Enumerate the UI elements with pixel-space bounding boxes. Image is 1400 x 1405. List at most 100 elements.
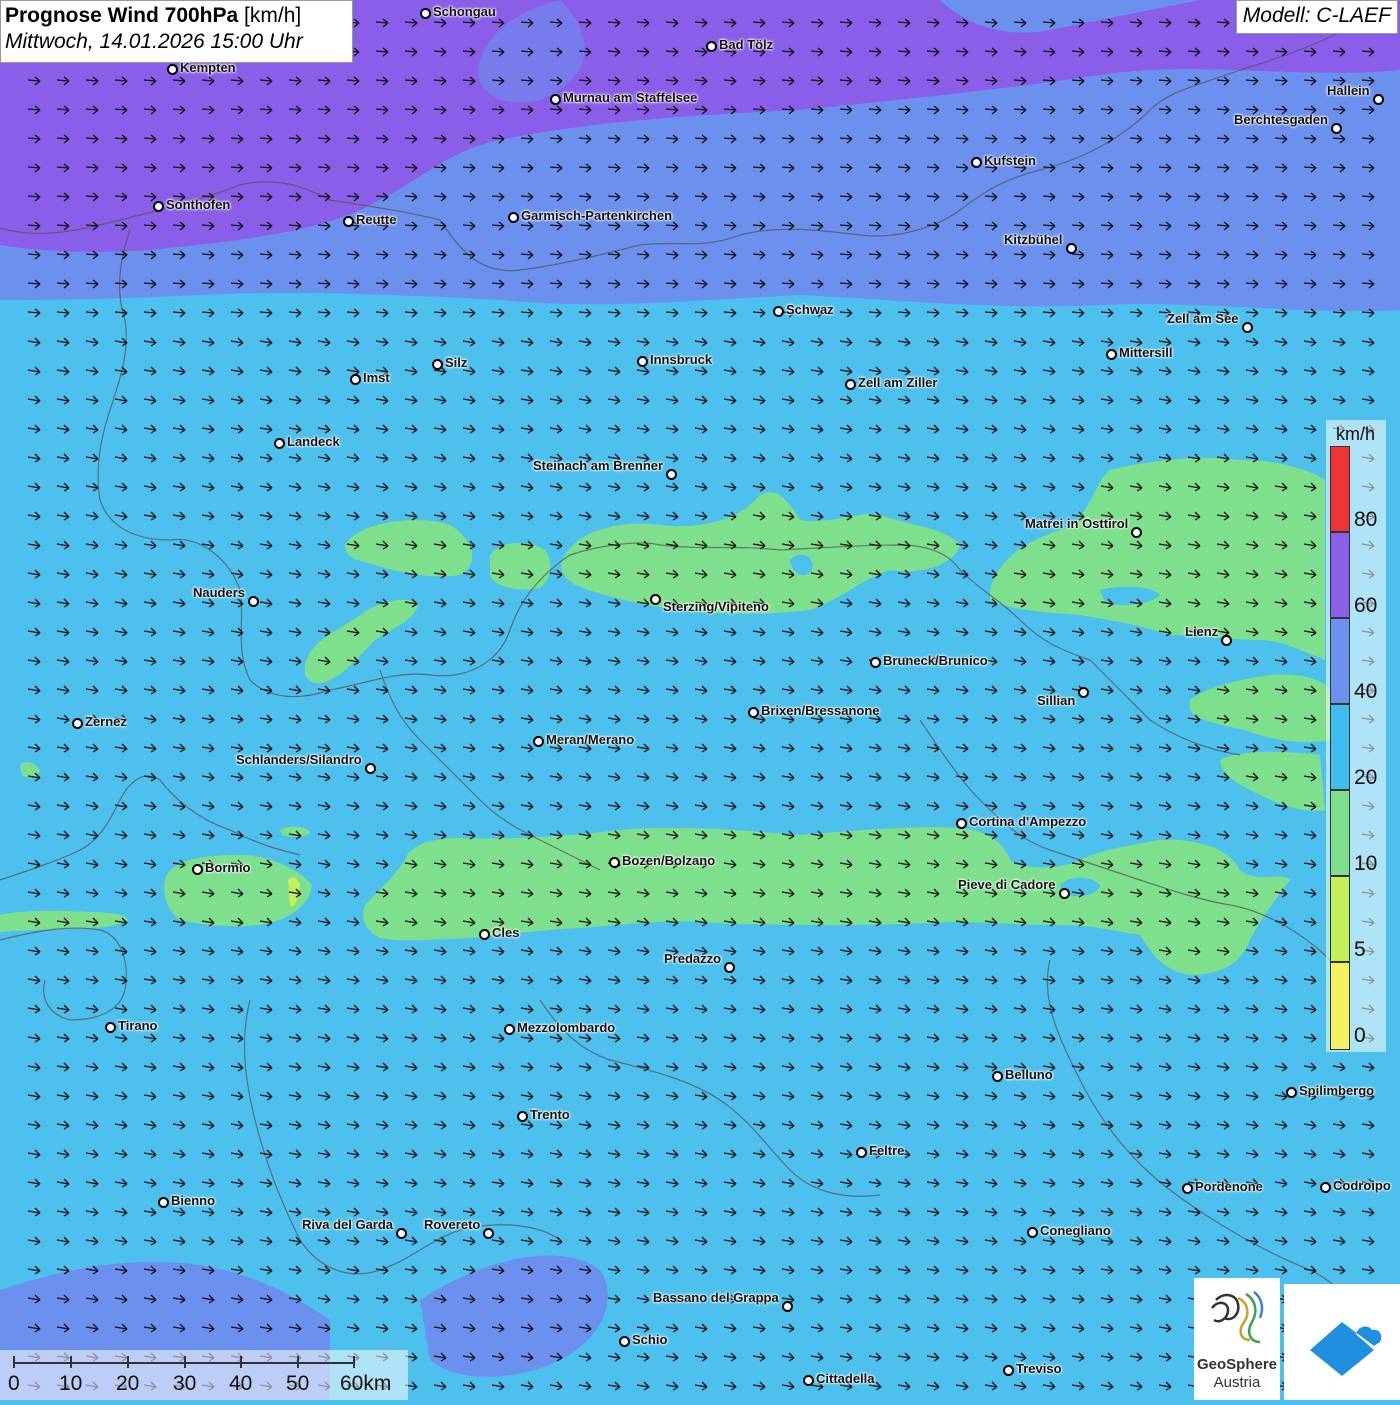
city-marker: [870, 657, 881, 668]
city-label: Zell am Ziller: [858, 375, 938, 390]
city-label: Cittadella: [816, 1371, 875, 1386]
city-label: Garmisch-Partenkirchen: [521, 208, 673, 223]
city-marker: [724, 962, 735, 973]
city-marker: [1027, 1227, 1038, 1238]
city-marker: [343, 216, 354, 227]
city-label: Pieve di Cadore: [958, 877, 1056, 892]
legend-tick-10: 10: [1354, 852, 1378, 875]
city-marker: [248, 596, 259, 607]
city-label: Sterzing/Vipiteno: [663, 599, 769, 614]
city-label: Nauders: [193, 585, 246, 600]
city-label: Spilimbergo: [1299, 1083, 1375, 1098]
city-label: Landeck: [287, 434, 340, 449]
map-title-main: Prognose Wind 700hPa: [5, 4, 239, 27]
legend-tick-20: 20: [1354, 766, 1378, 789]
city-label: Reutte: [356, 212, 397, 227]
scale-tick: [13, 1356, 15, 1368]
scale-label: 10: [59, 1372, 83, 1395]
city-marker: [365, 763, 376, 774]
city-marker: [845, 379, 856, 390]
city-label: Bruneck/Brunico: [883, 653, 988, 668]
city-marker: [432, 359, 443, 370]
city-label: Bienno: [171, 1193, 216, 1208]
city-label: Lienz: [1185, 624, 1219, 639]
city-label: Steinach am Brenner: [533, 458, 664, 473]
legend-tick-5: 5: [1354, 938, 1366, 961]
city-marker: [483, 1228, 494, 1239]
city-marker: [1182, 1183, 1193, 1194]
legend-band-0: [1330, 962, 1350, 1050]
wind-zone-10-20: [490, 543, 551, 590]
city-marker: [1003, 1365, 1014, 1376]
scale-label: 60km: [340, 1372, 392, 1395]
model-label: Modell: C-LAEF: [1235, 0, 1398, 34]
city-label: Murnau am Staffelsee: [563, 90, 698, 105]
city-marker: [72, 718, 83, 729]
city-marker: [1078, 687, 1089, 698]
legend-tick-60: 60: [1354, 594, 1378, 617]
city-marker: [666, 469, 677, 480]
city-label: Zell am See: [1167, 311, 1239, 326]
map-title-unit: [km/h]: [244, 4, 302, 27]
city-marker: [274, 438, 285, 449]
city-marker: [1106, 349, 1117, 360]
city-marker: [1331, 123, 1342, 134]
city-label: Hallein: [1327, 83, 1370, 98]
city-marker: [803, 1375, 814, 1386]
city-marker: [619, 1336, 630, 1347]
city-label: Bad Tölz: [719, 37, 774, 52]
city-marker: [1373, 94, 1384, 105]
legend-unit: km/h: [1336, 424, 1376, 444]
city-label: Meran/Merano: [546, 732, 635, 747]
city-marker: [782, 1301, 793, 1312]
title-box: Prognose Wind 700hPa [km/h] Mittwoch, 14…: [0, 0, 353, 63]
geosphere-logo[interactable]: GeoSphere Austria: [1194, 1278, 1280, 1400]
scale-tick: [240, 1356, 242, 1368]
city-label: Zernez: [85, 714, 127, 729]
city-marker: [1221, 635, 1232, 646]
city-label: Bormio: [205, 860, 251, 875]
city-label: Predazzo: [664, 951, 722, 966]
city-marker: [1286, 1087, 1297, 1098]
city-label: Kufstein: [984, 153, 1036, 168]
city-marker: [748, 707, 759, 718]
city-label: Feltre: [869, 1143, 905, 1158]
city-label: Brixen/Bressanone: [761, 703, 880, 718]
weather-app-logo[interactable]: [1284, 1284, 1400, 1400]
city-marker: [508, 212, 519, 223]
legend-band-60: [1330, 532, 1350, 618]
scale-tick: [70, 1356, 72, 1368]
city-marker: [350, 374, 361, 385]
scale-tick: [127, 1356, 129, 1368]
city-label: Rovereto: [424, 1217, 481, 1232]
cloud-chevron-icon: [1310, 1322, 1382, 1376]
legend-tick-0: 0: [1354, 1024, 1366, 1047]
city-label: Sillian: [1037, 693, 1076, 708]
legend-band-5: [1330, 876, 1350, 962]
scale-label: 50: [286, 1372, 310, 1395]
city-marker: [192, 864, 203, 875]
city-label: Silz: [445, 355, 468, 370]
city-marker: [167, 64, 178, 75]
city-label: Codroipo: [1333, 1178, 1391, 1193]
city-label: Innsbruck: [650, 352, 713, 367]
legend-band-40: [1330, 618, 1350, 704]
city-marker: [153, 201, 164, 212]
forecast-datetime: Mittwoch, 14.01.2026 15:00 Uhr: [5, 30, 303, 53]
city-label: Imst: [363, 370, 390, 385]
city-marker: [609, 857, 620, 868]
city-marker: [971, 157, 982, 168]
city-marker: [158, 1197, 169, 1208]
city-marker: [105, 1022, 116, 1033]
city-marker: [396, 1228, 407, 1239]
legend-band-10: [1330, 790, 1350, 876]
city-marker: [517, 1111, 528, 1122]
city-marker: [1242, 322, 1253, 333]
city-marker: [956, 818, 967, 829]
scale-tick: [184, 1356, 186, 1368]
city-marker: [706, 41, 717, 52]
scale-tick: [297, 1356, 299, 1368]
city-label: Sonthofen: [166, 197, 231, 212]
city-label: Kitzbühel: [1004, 232, 1063, 247]
city-label: Belluno: [1005, 1067, 1053, 1082]
